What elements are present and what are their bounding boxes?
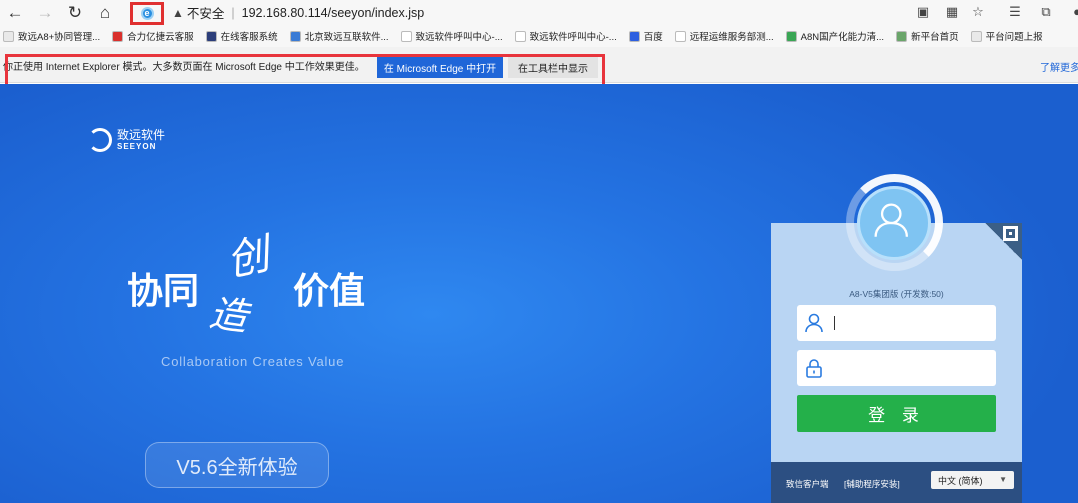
bookmark-label: 新平台首页 xyxy=(911,32,959,43)
username-field[interactable] xyxy=(797,305,996,341)
bookmarks-bar: 致远A8+协同管理... 合力亿捷云客服 在线客服系统 北京致远互联软件... 致远软件… xyxy=(0,25,1078,47)
bookmark-item[interactable]: 在线客服系统 xyxy=(205,29,278,43)
collections-icon[interactable]: ⧉ xyxy=(1035,4,1057,22)
bookmark-item[interactable]: 北京致远互联软件... xyxy=(289,29,389,43)
bookmark-label: 致远软件呼叫中心-... xyxy=(415,32,503,43)
password-field[interactable] xyxy=(797,350,996,386)
login-page-background: 致远软件 SEEYON 协同 创 造 价值 Collaboration Crea… xyxy=(0,84,1078,503)
bookmark-label: 合力亿捷云客服 xyxy=(127,32,194,43)
browser-window: { "browser": { "not_secure_label": "不安全"… xyxy=(0,0,1078,503)
helper-install-link[interactable]: [辅助程序安装] xyxy=(844,478,900,490)
bookmark-label: 远程运维服务部测... xyxy=(689,32,774,43)
ie-mode-button[interactable]: e xyxy=(130,2,164,25)
dropdown-arrow-icon: ▼ xyxy=(999,475,1007,484)
avatar-user-icon xyxy=(874,203,909,237)
bookmark-favicon-icon xyxy=(112,30,124,42)
text-caret xyxy=(834,316,835,330)
ie-logo-icon: e xyxy=(140,7,154,20)
user-icon xyxy=(805,313,823,333)
warning-triangle-icon: ▲ xyxy=(172,5,184,20)
bookmark-label: 致远A8+协同管理... xyxy=(18,32,101,43)
app-grid-icon[interactable]: ▦ xyxy=(941,4,963,22)
bookmark-item[interactable]: 百度 xyxy=(628,29,663,43)
client-download-link[interactable]: 致信客户端 xyxy=(786,478,829,490)
lock-icon xyxy=(806,359,822,378)
address-separator: | xyxy=(231,5,235,20)
bookmark-item[interactable]: 致远A8+协同管理... xyxy=(3,29,100,43)
slogan-right: 价值 xyxy=(293,270,366,312)
qr-code-icon xyxy=(1003,226,1018,241)
bookmark-label: 平台问题上报 xyxy=(985,32,1043,43)
bookmark-favicon-icon xyxy=(205,30,217,42)
bookmark-favicon-icon xyxy=(674,30,686,42)
home-icon[interactable]: ⌂ xyxy=(90,0,120,25)
bookmark-favicon-icon xyxy=(514,30,526,42)
bookmark-item[interactable]: 平台问题上报 xyxy=(970,29,1043,43)
edition-label: A8-V5集团版 (开发数:50) xyxy=(849,289,944,299)
bookmark-label: 在线客服系统 xyxy=(220,32,278,43)
slogan-left: 协同 xyxy=(127,270,200,312)
bookmark-item[interactable]: 致远软件呼叫中心-... xyxy=(400,29,503,43)
seeyon-logo-icon xyxy=(88,128,112,152)
bookmark-item[interactable]: 远程运维服务部测... xyxy=(674,29,774,43)
qr-code-toggle[interactable] xyxy=(985,223,1022,260)
bookmark-item[interactable]: 致远软件呼叫中心-... xyxy=(514,29,617,43)
bookmark-label: 致远软件呼叫中心-... xyxy=(529,32,617,43)
bookmark-favicon-icon xyxy=(785,30,797,42)
user-avatar xyxy=(857,186,931,260)
not-secure-label: 不安全 xyxy=(186,7,225,21)
address-bar[interactable]: ▲ 不安全 | 192.168.80.114/seeyon/index.jsp xyxy=(172,4,425,22)
language-value: 中文 (简体) xyxy=(938,475,983,486)
bookmark-item[interactable]: 合力亿捷云客服 xyxy=(112,29,194,43)
forward-arrow-icon[interactable]: → xyxy=(30,0,60,25)
learn-more-link[interactable]: 了解更多 xyxy=(1040,59,1078,74)
bookmark-item[interactable]: A8N国产化能力清... xyxy=(785,29,885,43)
bookmark-favicon-icon xyxy=(896,30,908,42)
bookmark-favicon-icon xyxy=(628,30,640,42)
slogan-english: Collaboration Creates Value xyxy=(161,354,345,369)
seeyon-logo: 致远软件 SEEYON xyxy=(88,128,165,152)
slogan-calligraphy-top: 创 xyxy=(221,229,274,286)
favorites-list-icon[interactable]: ☰ xyxy=(1004,4,1026,22)
login-panel-footer: 致信客户端 [辅助程序安装] 中文 (简体) ▼ xyxy=(771,462,1022,503)
login-button[interactable]: 登 录 xyxy=(797,395,996,432)
favorite-star-icon[interactable]: ☆ xyxy=(967,4,989,22)
bookmark-favicon-icon xyxy=(289,30,301,42)
bookmark-favicon-icon xyxy=(400,30,412,42)
slogan-calligraphy-bottom: 造 xyxy=(206,290,251,340)
brand-name-cn: 致远软件 xyxy=(117,128,166,142)
bookmark-item[interactable]: 新平台首页 xyxy=(896,29,959,43)
version-badge: V5.6全新体验 xyxy=(145,442,329,488)
language-select[interactable]: 中文 (简体) ▼ xyxy=(931,471,1014,489)
bookmark-label: A8N国产化能力清... xyxy=(800,32,885,43)
profile-icon[interactable]: ● xyxy=(1066,4,1078,22)
bookmark-label: 百度 xyxy=(643,32,663,43)
bookmark-favicon-icon xyxy=(970,30,982,42)
refresh-icon[interactable]: ↻ xyxy=(60,0,90,25)
bookmark-favicon-icon xyxy=(3,30,14,42)
bookmark-label: 北京致远互联软件... xyxy=(304,32,389,43)
url-text[interactable]: 192.168.80.114/seeyon/index.jsp xyxy=(242,6,425,20)
ie-tab-icon[interactable]: ▣ xyxy=(912,4,934,22)
brand-name-en: SEEYON xyxy=(117,142,157,151)
back-arrow-icon[interactable]: ← xyxy=(0,0,30,25)
